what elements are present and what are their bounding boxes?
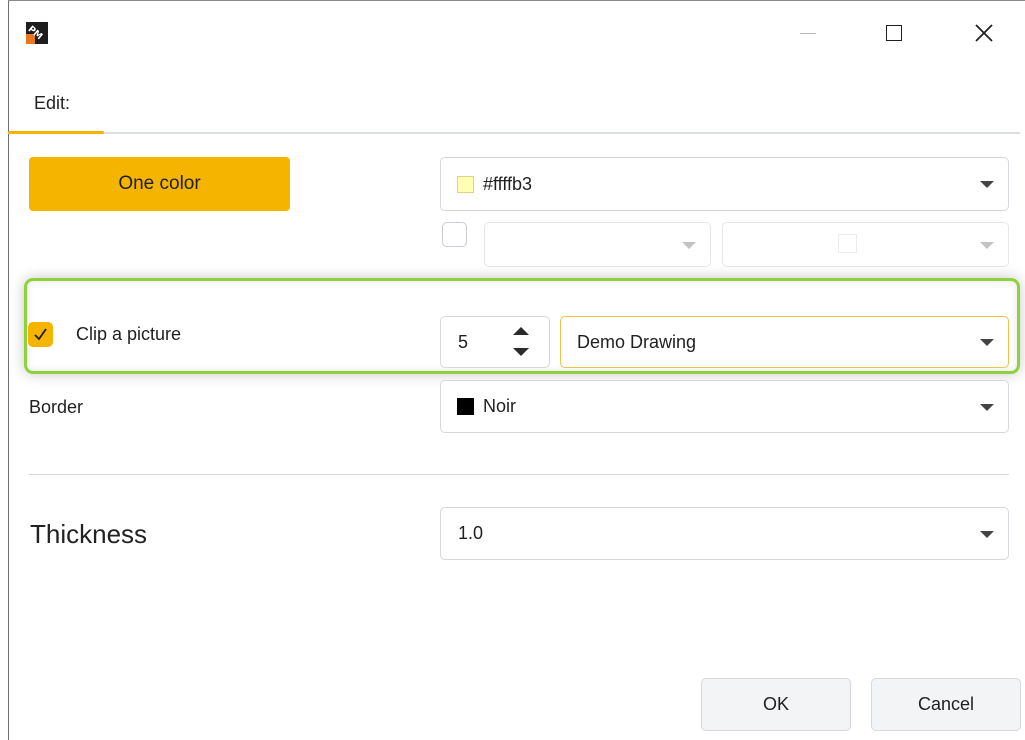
secondary-color-swatch bbox=[838, 234, 857, 253]
clip-picture-label: Clip a picture bbox=[76, 324, 182, 344]
minimize-icon bbox=[800, 32, 816, 34]
window-left-edge bbox=[8, 0, 9, 740]
close-icon bbox=[975, 24, 993, 42]
tab-edit-indicator bbox=[8, 131, 104, 134]
tab-strip-divider bbox=[8, 132, 1020, 134]
fill-color-swatch bbox=[457, 175, 474, 193]
pm-app-icon: PM bbox=[26, 22, 48, 44]
border-color-swatch bbox=[457, 398, 474, 415]
clip-count-value: 5 bbox=[458, 332, 469, 352]
secondary-dropdown-1[interactable] bbox=[484, 222, 711, 267]
picture-dropdown[interactable]: Demo Drawing bbox=[560, 316, 1009, 368]
edit-dialog: PM Edit: One color #ffffb3 Clip a pictur… bbox=[0, 0, 1025, 740]
chevron-down-icon bbox=[980, 530, 994, 538]
fill-color-value: #ffffb3 bbox=[483, 173, 533, 194]
thickness-dropdown[interactable]: 1.0 bbox=[440, 507, 1009, 560]
picture-value: Demo Drawing bbox=[577, 331, 697, 352]
secondary-dropdown-2[interactable] bbox=[722, 222, 1009, 267]
fill-color-dropdown[interactable]: #ffffb3 bbox=[440, 157, 1009, 211]
maximize-icon bbox=[886, 25, 902, 41]
ok-button[interactable]: OK bbox=[701, 678, 851, 731]
chevron-down-icon bbox=[682, 241, 696, 249]
minimize-button[interactable] bbox=[780, 8, 836, 58]
spin-up-icon[interactable] bbox=[513, 327, 529, 335]
thickness-value: 1.0 bbox=[458, 523, 484, 543]
maximize-button[interactable] bbox=[866, 8, 922, 58]
clip-picture-checkbox[interactable] bbox=[28, 322, 53, 347]
checkmark-icon bbox=[34, 328, 47, 341]
window-top-edge bbox=[8, 0, 1025, 1]
spin-down-icon[interactable] bbox=[513, 348, 529, 356]
border-label: Border bbox=[29, 397, 84, 417]
section-divider bbox=[29, 474, 1009, 475]
clip-count-stepper[interactable]: 5 bbox=[440, 316, 550, 368]
chevron-down-icon bbox=[980, 181, 994, 188]
close-button[interactable] bbox=[956, 8, 1012, 58]
border-color-dropdown[interactable]: Noir bbox=[440, 380, 1009, 433]
one-color-button[interactable]: One color bbox=[29, 157, 290, 211]
thickness-label: Thickness bbox=[30, 519, 148, 549]
tab-edit[interactable]: Edit: bbox=[34, 93, 70, 114]
border-color-value: Noir bbox=[483, 396, 517, 416]
cancel-button[interactable]: Cancel bbox=[871, 678, 1021, 731]
secondary-checkbox[interactable] bbox=[442, 222, 467, 247]
chevron-down-icon bbox=[980, 241, 994, 249]
chevron-down-icon bbox=[980, 339, 994, 346]
chevron-down-icon bbox=[980, 403, 994, 411]
